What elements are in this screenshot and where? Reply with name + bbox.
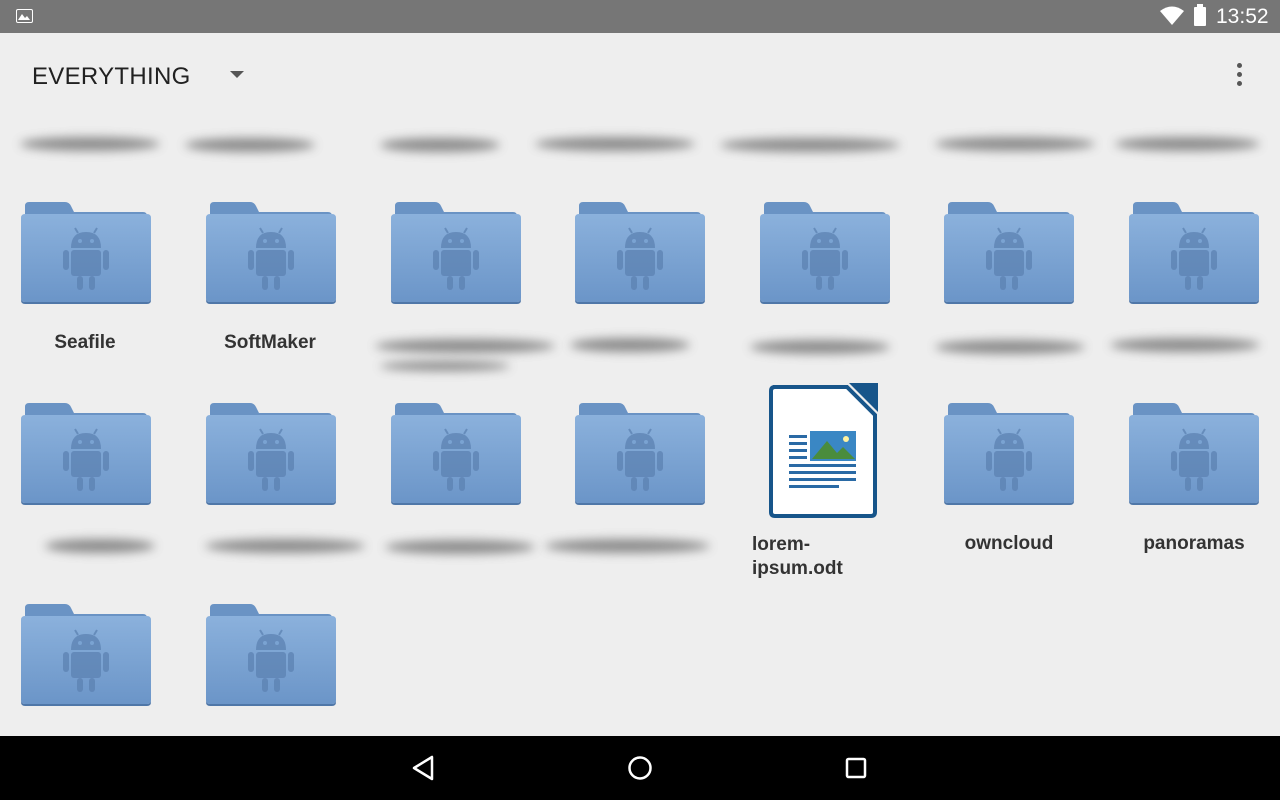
status-bar: 13:52 [0, 0, 1280, 33]
folder-label: SoftMaker [224, 332, 316, 353]
folder-icon [204, 602, 338, 706]
folder-icon [1127, 401, 1261, 505]
folder-icon [942, 200, 1076, 304]
folder-label: owncloud [964, 533, 1054, 554]
toolbar: EVERYTHING [0, 33, 1280, 121]
status-clock: 13:52 [1216, 5, 1269, 28]
odt-document-icon [769, 383, 878, 518]
home-icon[interactable] [624, 752, 656, 784]
navigation-bar [0, 736, 1280, 800]
folder-icon [389, 200, 523, 304]
folder-icon [942, 401, 1076, 505]
folder-icon [19, 200, 153, 304]
battery-icon [1194, 4, 1206, 26]
document-label: lorem- ipsum.odt [752, 534, 843, 579]
dropdown-arrow-icon[interactable] [230, 71, 244, 78]
folder-label: panoramas [1143, 533, 1245, 554]
folder-icon [19, 602, 153, 706]
folder-icon [204, 401, 338, 505]
folder-icon [573, 401, 707, 505]
folder-label: Seafile [54, 332, 116, 353]
folder-icon [389, 401, 523, 505]
folder-icon [758, 200, 892, 304]
wifi-icon [1160, 6, 1184, 25]
folder-icon [204, 200, 338, 304]
folder-icon [1127, 200, 1261, 304]
overflow-menu-icon[interactable] [1228, 63, 1252, 91]
filter-title[interactable]: EVERYTHING [32, 63, 191, 91]
file-grid: Seafile SoftMaker lorem- ipsum.odt owncl… [0, 121, 1280, 736]
folder-icon [573, 200, 707, 304]
back-icon[interactable] [408, 752, 440, 784]
image-notification-icon [16, 9, 33, 23]
folder-icon [19, 401, 153, 505]
recents-icon[interactable] [840, 752, 872, 784]
